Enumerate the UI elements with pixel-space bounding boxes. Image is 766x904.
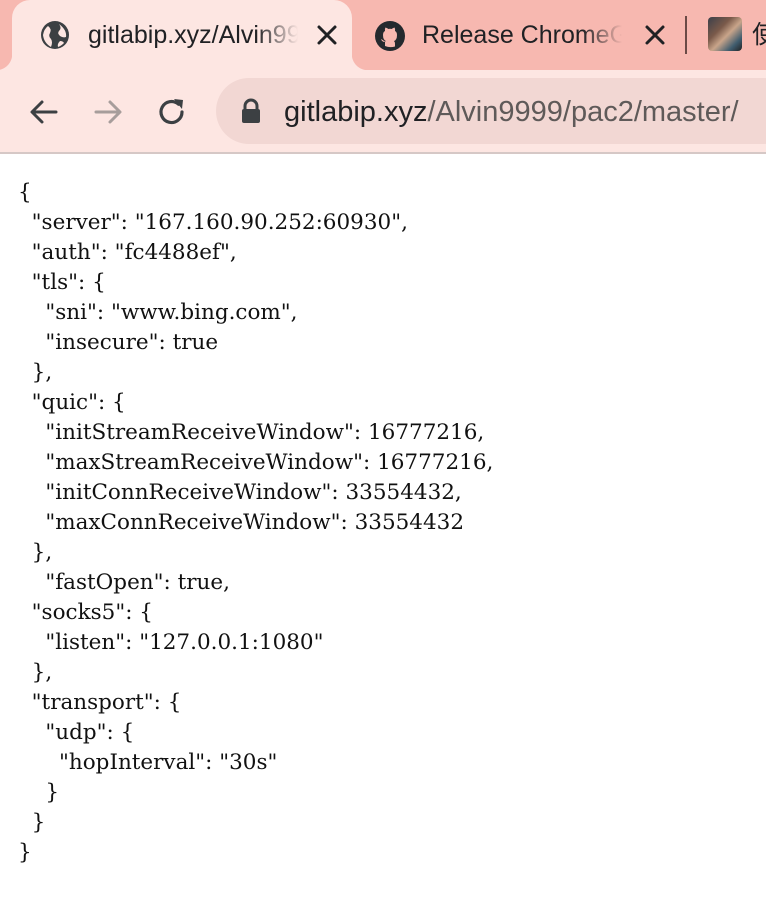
json-line: "transport": { (18, 690, 182, 715)
json-line: "sni": "www.bing.com", (18, 300, 298, 325)
json-line: } (18, 840, 32, 865)
tab-separator (685, 16, 687, 54)
tab-title: Release ChromeGo (422, 21, 622, 49)
tab-release-chromego[interactable]: Release ChromeGo (352, 0, 682, 70)
json-line: "maxStreamReceiveWindow": 16777216, (18, 450, 494, 475)
json-line: } (18, 780, 60, 805)
json-line: "listen": "127.0.0.1:1080" (18, 630, 324, 655)
json-line: "server": "167.160.90.252:60930", (18, 210, 408, 235)
tab-title: gitlabip.xyz/Alvin9999/pac2/master/ (88, 21, 298, 49)
json-line: }, (18, 360, 53, 385)
json-document: { "server": "167.160.90.252:60930", "aut… (18, 178, 493, 868)
close-tab-icon[interactable] (642, 22, 668, 48)
json-line: }, (18, 660, 53, 685)
json-line: "hopInterval": "30s" (18, 750, 278, 775)
reload-icon (159, 99, 184, 125)
browser-toolbar: gitlabip.xyz/Alvin9999/pac2/master/ (0, 70, 766, 154)
url-path: /Alvin9999/pac2/master/ (427, 96, 739, 128)
url-host: gitlabip.xyz (284, 96, 428, 128)
github-icon (374, 20, 405, 51)
avatar-thumbnail-icon (708, 17, 742, 51)
reload-button[interactable] (150, 90, 194, 134)
json-line: "tls": { (18, 270, 106, 295)
json-line: "initConnReceiveWindow": 33554432, (18, 480, 462, 505)
page-content: { "server": "167.160.90.252:60930", "aut… (0, 154, 766, 904)
back-button[interactable] (22, 90, 66, 134)
json-line: "maxConnReceiveWindow": 33554432 (18, 510, 465, 535)
tab-strip: gitlabip.xyz/Alvin9999/pac2/master/ Rele… (0, 0, 766, 70)
json-line: "auth": "fc4488ef", (18, 240, 237, 265)
json-line: "udp": { (18, 720, 135, 745)
url-text[interactable]: gitlabip.xyz/Alvin9999/pac2/master/ (284, 92, 739, 132)
json-line: "initStreamReceiveWindow": 16777216, (18, 420, 485, 445)
globe-icon (40, 20, 70, 50)
address-bar[interactable]: gitlabip.xyz/Alvin9999/pac2/master/ (216, 78, 766, 144)
json-line: "insecure": true (18, 330, 219, 355)
lock-icon[interactable] (240, 98, 262, 124)
arrow-right-icon (94, 100, 122, 124)
json-line: "fastOpen": true, (18, 570, 230, 595)
forward-button[interactable] (86, 90, 130, 134)
tab-gitlabip[interactable]: gitlabip.xyz/Alvin9999/pac2/master/ (0, 0, 368, 70)
json-line: "socks5": { (18, 600, 153, 625)
json-line: { (18, 180, 32, 205)
json-line: "quic": { (18, 390, 126, 415)
arrow-left-icon (30, 100, 58, 124)
tab-third[interactable]: 使 (690, 0, 766, 70)
tab-title: 使 (752, 21, 766, 49)
json-line: } (18, 810, 46, 835)
json-line: }, (18, 540, 53, 565)
close-tab-icon[interactable] (314, 22, 340, 48)
